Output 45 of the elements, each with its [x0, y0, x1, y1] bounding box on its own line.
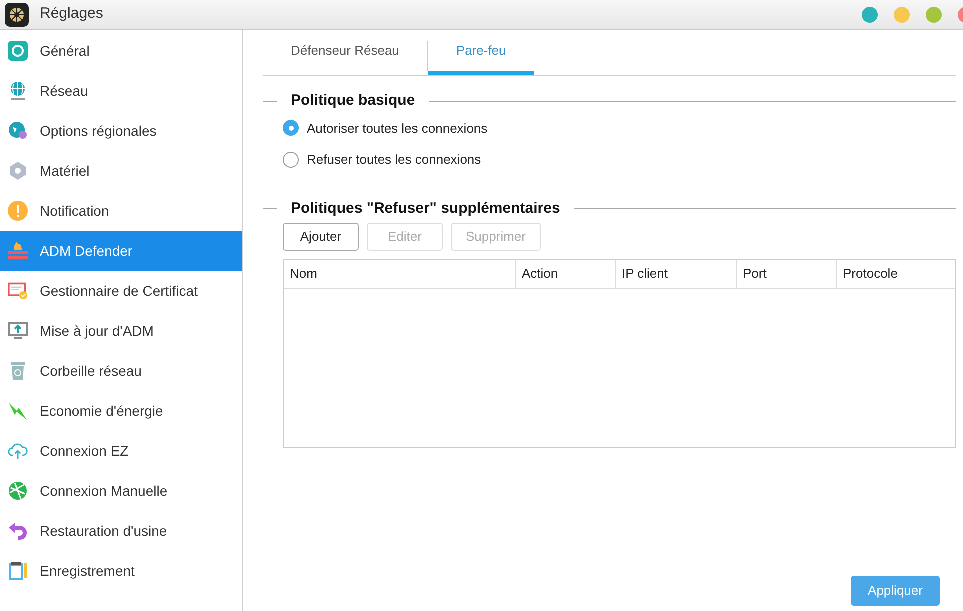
certificate-icon [8, 281, 28, 301]
alert-icon [8, 201, 28, 221]
firewall-icon [8, 241, 28, 261]
column-header[interactable]: Port [736, 260, 836, 288]
app-wheel-icon [5, 2, 29, 26]
lightning-icon [8, 401, 28, 421]
clipboard-pencil-icon [8, 561, 28, 581]
section-title: Politique basique [290, 91, 416, 111]
sidebar-item[interactable]: Mise à jour d'ADM [0, 311, 242, 351]
radio-label: Autoriser toutes les connexions [307, 120, 488, 138]
sidebar-item[interactable]: Corbeille réseau [0, 351, 242, 391]
undo-arrow-icon [8, 521, 28, 541]
network-globe-icon [8, 481, 28, 501]
window-control[interactable] [894, 6, 910, 22]
section-title: Politiques "Refuser" supplémentaires [290, 198, 562, 218]
sidebar-item[interactable]: Réseau [0, 71, 242, 111]
monitor-upload-icon [8, 321, 28, 341]
globe-icon [8, 81, 28, 101]
nut-icon [8, 161, 28, 181]
sidebar-item[interactable]: Général [0, 31, 242, 71]
sidebar-item[interactable]: Connexion EZ [0, 431, 242, 471]
window-control[interactable] [926, 6, 942, 22]
sidebar-item[interactable]: Restauration d'usine [0, 511, 242, 551]
column-header[interactable]: IP client [615, 260, 736, 288]
sidebar-item[interactable]: Connexion Manuelle [0, 471, 242, 511]
radio-button[interactable] [283, 120, 299, 136]
toolbar-button[interactable]: Ajouter [283, 223, 359, 251]
sidebar-item[interactable]: Enregistrement [0, 551, 242, 591]
column-header[interactable]: Nom [284, 260, 515, 288]
recycle-bin-icon [8, 361, 28, 381]
radio-label: Refuser toutes les connexions [307, 151, 482, 169]
sidebar-item[interactable]: Options régionales [0, 111, 242, 151]
sidebar-item[interactable]: Gestionnaire de Certificat [0, 271, 242, 311]
sidebar-item[interactable]: Matériel [0, 151, 242, 191]
sidebar-item[interactable]: ADM Defender [0, 231, 242, 271]
cloud-upload-icon [8, 441, 28, 461]
sidebar-item[interactable]: Economie d'énergie [0, 391, 242, 431]
tab[interactable]: Défenseur Réseau [263, 31, 428, 75]
radio-button[interactable] [283, 152, 299, 168]
column-header[interactable]: Protocole [836, 260, 955, 288]
sidebar-item[interactable]: Notification [0, 191, 242, 231]
column-header[interactable]: Action [515, 260, 615, 288]
tab[interactable]: Pare-feu [428, 31, 534, 75]
window-title: Réglages [40, 4, 104, 24]
window-control[interactable] [862, 6, 878, 22]
